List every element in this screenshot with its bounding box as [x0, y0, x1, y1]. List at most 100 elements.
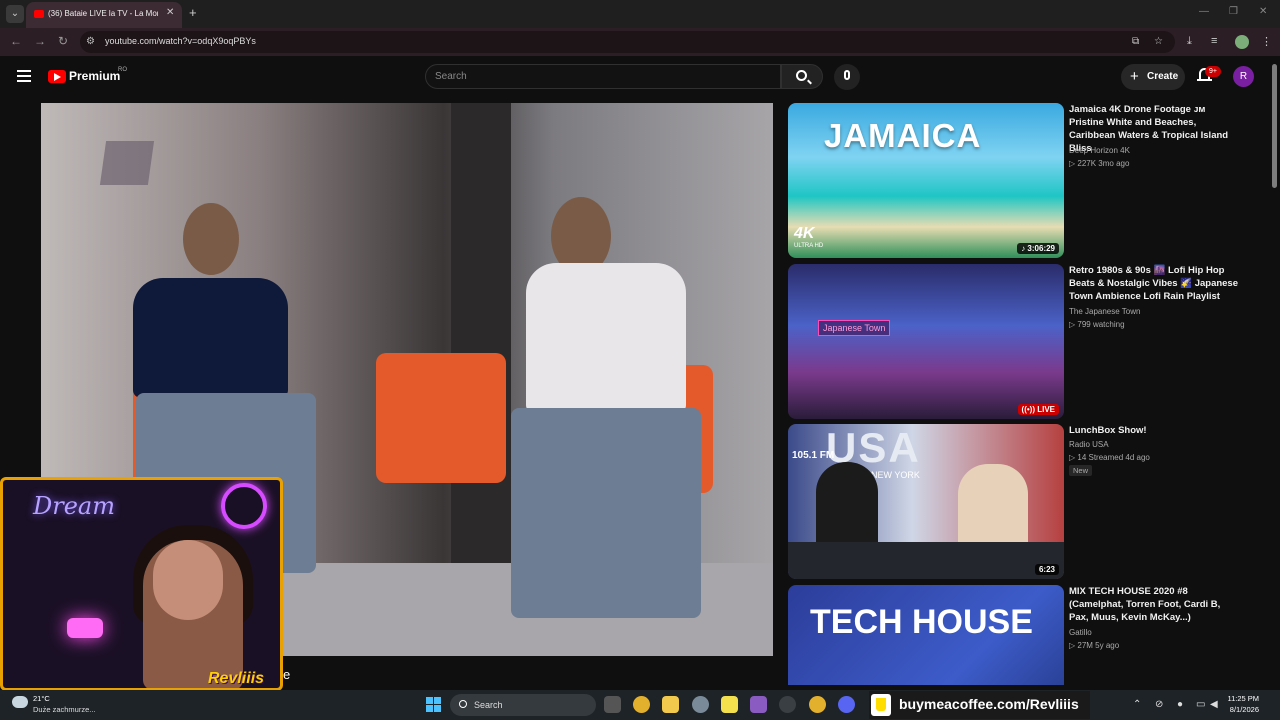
- radio-frequency: 105.1 FM: [792, 450, 835, 461]
- page-scrollbar[interactable]: [1271, 60, 1278, 685]
- clock-time[interactable]: 11:25 PM: [1219, 694, 1259, 703]
- microphone-light: [67, 618, 103, 638]
- file-explorer-icon[interactable]: [662, 696, 679, 713]
- recommendation-item[interactable]: JAMAICA 4K ULTRA HD ♪ 3:06:29 Jamaica 4K…: [788, 103, 1258, 261]
- volume-icon[interactable]: ◀: [1210, 699, 1218, 710]
- taskbar-search[interactable]: Search: [450, 694, 596, 716]
- close-window-icon[interactable]: ✕: [1259, 6, 1267, 17]
- hamburger-menu-icon[interactable]: [17, 70, 31, 82]
- radio-host-right: [958, 464, 1028, 554]
- video-thumbnail[interactable]: JAMAICA 4K ULTRA HD ♪ 3:06:29: [788, 103, 1064, 258]
- tab-close-icon[interactable]: ✕: [166, 7, 174, 18]
- duration-badge: 6:23: [1034, 564, 1059, 575]
- clock-date[interactable]: 8/1/2026: [1219, 705, 1259, 714]
- recommendation-item[interactable]: Japanese Town ((•)) LIVE Retro 1980s & 9…: [788, 264, 1258, 422]
- voice-search-button[interactable]: [834, 64, 860, 90]
- profile-avatar-icon[interactable]: [1235, 35, 1249, 49]
- search-button[interactable]: [781, 64, 823, 89]
- channel-name[interactable]: Deep Horizon 4K: [1069, 146, 1130, 155]
- video-meta: ▷ 799 watching: [1069, 320, 1125, 329]
- video-thumbnail[interactable]: TECH HOUSE: [788, 585, 1064, 685]
- buymeacoffee-url: buymeacoffee.com/Revliiis: [899, 696, 1079, 712]
- person-left-body: [133, 278, 288, 398]
- video-title[interactable]: LunchBox Show!: [1069, 424, 1239, 437]
- weather-cloud-icon[interactable]: [12, 696, 28, 708]
- person-left-head: [183, 203, 239, 275]
- back-icon[interactable]: ←: [10, 34, 22, 48]
- video-meta: ▷ 227K 3mo ago: [1069, 159, 1130, 168]
- browser-tab-bar: ⌄ (36) Bataie LIVE la TV - La Mon ✕ + — …: [0, 0, 1280, 28]
- channel-name[interactable]: Radio USA: [1069, 440, 1109, 449]
- search-icon: [459, 700, 467, 708]
- browser-toolbar: ← → ↻ ⚙ youtube.com/watch?v=odqX9oqPBYs …: [0, 28, 1280, 56]
- video-meta: ▷ 27M 5y ago: [1069, 641, 1120, 650]
- video-frame-pillar: [451, 103, 511, 563]
- bookmark-star-icon[interactable]: ☆: [1154, 36, 1163, 47]
- reload-icon[interactable]: ↻: [58, 34, 68, 48]
- network-icon[interactable]: ⊘: [1155, 699, 1163, 710]
- cast-icon[interactable]: ⧉: [1132, 36, 1139, 47]
- streamer-name-tag: Revliiis: [208, 670, 265, 687]
- weather-description[interactable]: Duże zachmurze...: [33, 705, 96, 714]
- site-info-icon[interactable]: ⚙: [86, 36, 95, 47]
- display-icon[interactable]: ▭: [1196, 699, 1205, 710]
- sticky-notes-icon[interactable]: [721, 696, 738, 713]
- search-placeholder: Search: [435, 71, 467, 82]
- url-text[interactable]: youtube.com/watch?v=odqX9oqPBYs: [105, 36, 256, 46]
- notification-count-badge: 9+: [1205, 66, 1221, 77]
- browser-tab-active[interactable]: (36) Bataie LIVE la TV - La Mon ✕: [26, 2, 182, 28]
- thumbnail-subtext: NEW YORK: [871, 470, 920, 480]
- taskbar-search-label: Search: [474, 700, 503, 710]
- channel-name[interactable]: Gatillo: [1069, 628, 1092, 637]
- recommendation-item[interactable]: USA NEW YORK 105.1 FM 6:23 LunchBox Show…: [788, 424, 1258, 582]
- app-icon[interactable]: [750, 696, 767, 713]
- radio-desk: [788, 542, 1064, 579]
- video-thumbnail[interactable]: Japanese Town ((•)) LIVE: [788, 264, 1064, 419]
- app-icon[interactable]: [779, 696, 796, 713]
- media-controls-icon[interactable]: ≡: [1211, 35, 1217, 47]
- more-menu-icon[interactable]: ⋮: [1261, 35, 1272, 48]
- youtube-logo-icon[interactable]: [48, 70, 66, 83]
- search-input[interactable]: Search: [425, 64, 781, 89]
- person-right-legs: [511, 408, 701, 618]
- create-label: Create: [1147, 71, 1179, 82]
- windows-start-icon[interactable]: [426, 697, 442, 713]
- chrome-icon[interactable]: [633, 696, 650, 713]
- weather-temperature[interactable]: 21°C: [33, 694, 50, 703]
- search-icon: [796, 70, 807, 81]
- thumbnail-text: Japanese Town: [818, 320, 891, 336]
- task-view-icon[interactable]: [604, 696, 621, 713]
- create-button[interactable]: + Create: [1121, 64, 1185, 90]
- chrome-icon[interactable]: [809, 696, 826, 713]
- radio-host-left: [816, 462, 878, 552]
- video-title[interactable]: MIX TECH HOUSE 2020 #8 (Camelphat, Torre…: [1069, 585, 1239, 624]
- minimize-icon[interactable]: —: [1199, 6, 1209, 17]
- video-thumbnail[interactable]: USA NEW YORK 105.1 FM 6:23: [788, 424, 1064, 579]
- person-right-body: [526, 263, 686, 413]
- microphone-icon: [844, 70, 850, 80]
- microphone-tray-icon[interactable]: ●: [1177, 699, 1183, 710]
- buymeacoffee-banner: buymeacoffee.com/Revliiis: [869, 691, 1090, 719]
- windows-taskbar: 21°C Duże zachmurze... Search buymeacoff…: [0, 690, 1280, 720]
- tab-search-button[interactable]: ⌄: [6, 5, 24, 23]
- recommendation-item[interactable]: TECH HOUSE MIX TECH HOUSE 2020 #8 (Camel…: [788, 585, 1258, 685]
- address-bar[interactable]: ⚙ youtube.com/watch?v=odqX9oqPBYs ⧉ ☆: [80, 31, 1175, 53]
- forward-icon[interactable]: →: [34, 34, 46, 48]
- subtitle-fragment: e: [283, 667, 291, 682]
- settings-icon[interactable]: [692, 696, 709, 713]
- new-badge: New: [1069, 465, 1093, 476]
- brand-name[interactable]: Premium: [69, 69, 120, 83]
- download-icon[interactable]: ⤓: [1187, 35, 1192, 48]
- restore-icon[interactable]: ❐: [1229, 6, 1238, 17]
- neon-ring-light: [221, 483, 267, 529]
- studio-logo-mark: [99, 141, 155, 185]
- channel-name[interactable]: The Japanese Town: [1069, 307, 1140, 316]
- live-badge: ((•)) LIVE: [1017, 404, 1059, 415]
- scrollbar-thumb[interactable]: [1272, 64, 1277, 188]
- thumbnail-text: TECH HOUSE: [810, 603, 1033, 641]
- tray-chevron-icon[interactable]: ⌃: [1133, 699, 1141, 710]
- account-avatar[interactable]: R: [1233, 66, 1254, 87]
- video-title[interactable]: Retro 1980s & 90s 🌆 Lofi Hip Hop Beats &…: [1069, 264, 1239, 303]
- discord-icon[interactable]: [838, 696, 855, 713]
- new-tab-button[interactable]: +: [189, 5, 197, 20]
